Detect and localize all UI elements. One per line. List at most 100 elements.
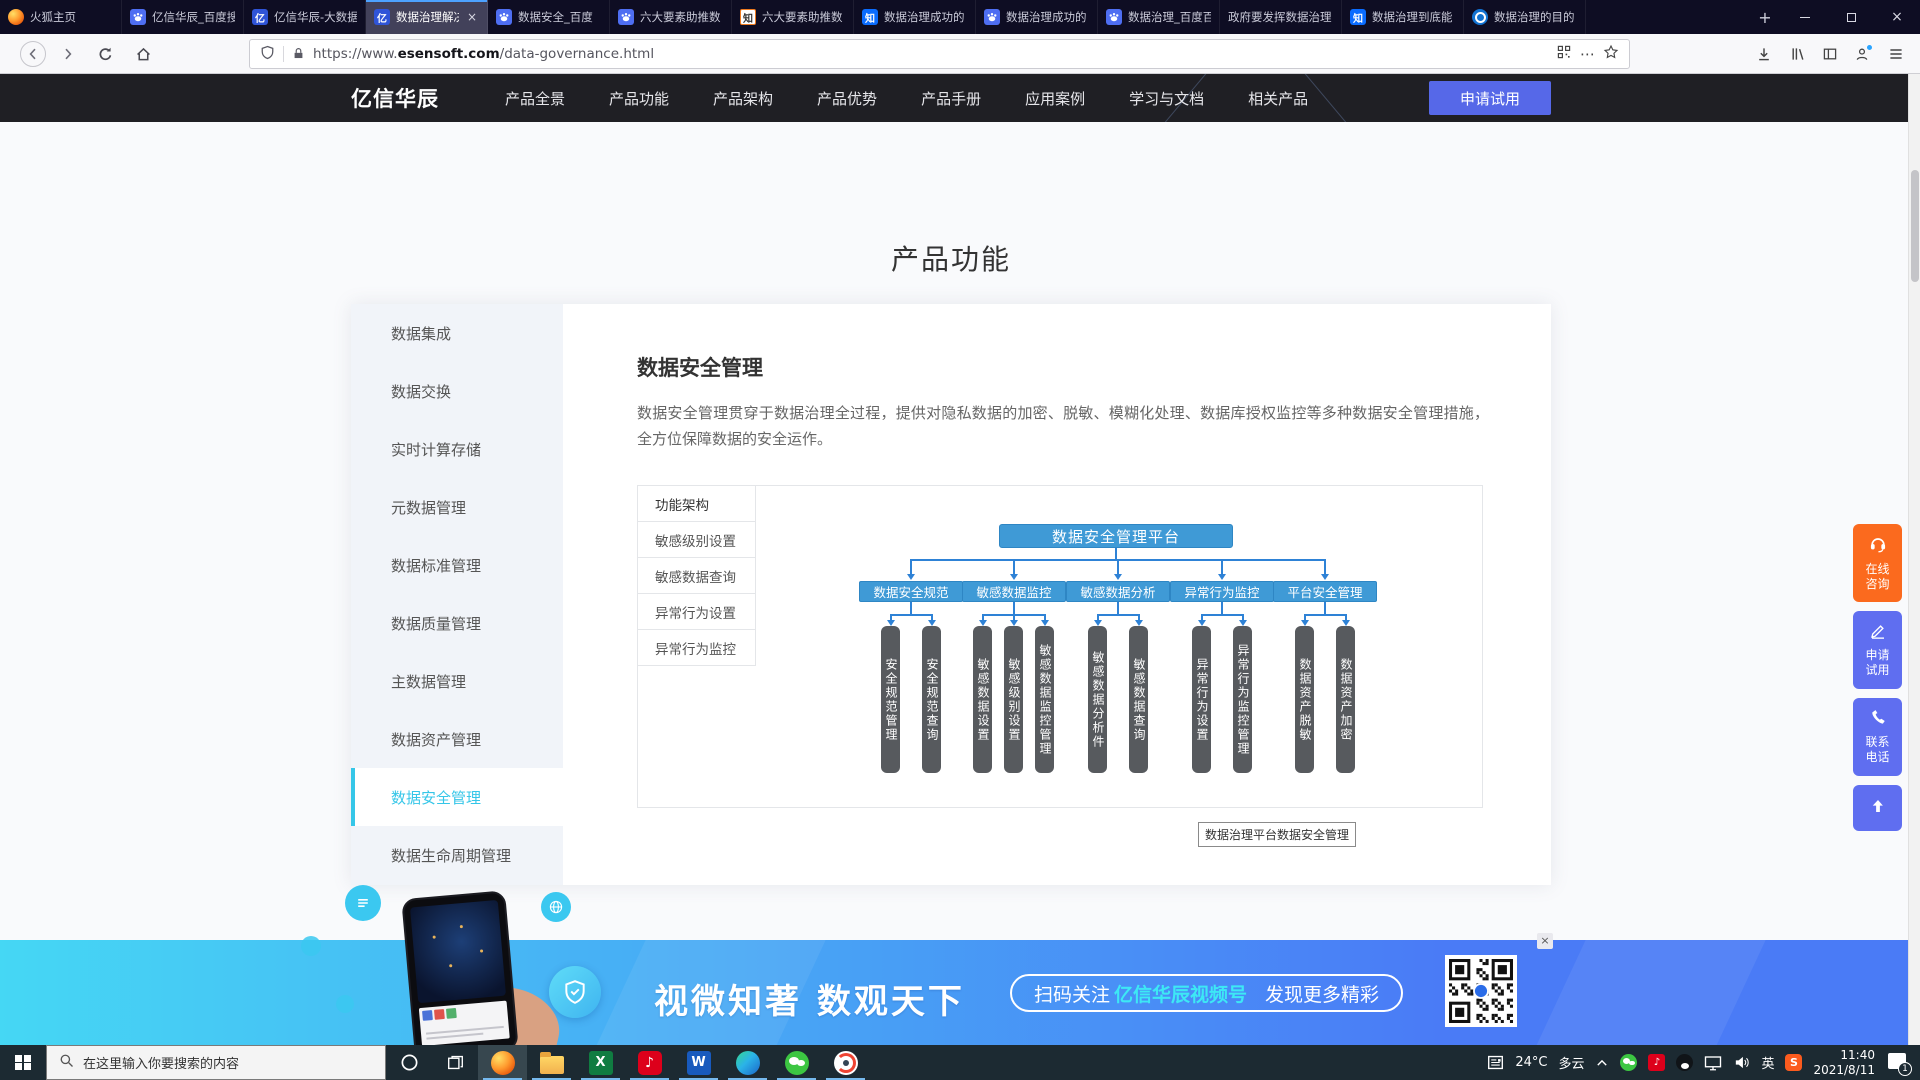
banner-close-icon[interactable]: ×: [1537, 933, 1553, 949]
start-button[interactable]: [0, 1045, 46, 1080]
wechat-icon[interactable]: [1620, 1054, 1637, 1071]
netease-music-icon[interactable]: ♪: [1648, 1054, 1665, 1071]
browser-tab[interactable]: 数据治理成功的: [976, 0, 1098, 34]
reload-icon[interactable]: [92, 41, 118, 67]
explorer-icon[interactable]: [527, 1045, 576, 1080]
firefox-icon: [8, 9, 24, 25]
browser-tab[interactable]: 数据安全_百度: [488, 0, 610, 34]
qq-icon[interactable]: [1676, 1054, 1693, 1071]
back-icon[interactable]: [20, 41, 46, 67]
apply-trial-float-button[interactable]: 申请试用: [1853, 611, 1902, 689]
tab-close-icon[interactable]: ×: [465, 10, 479, 24]
display-icon[interactable]: [1704, 1054, 1722, 1072]
qr-icon[interactable]: [1556, 44, 1572, 64]
forward-icon[interactable]: [55, 41, 81, 67]
sidebar-item[interactable]: 元数据管理: [351, 478, 563, 536]
online-consult-button[interactable]: 在线咨询: [1853, 524, 1902, 602]
site-nav-item-2[interactable]: 产品功能: [609, 88, 669, 109]
sidebar-item[interactable]: 数据交换: [351, 362, 563, 420]
capsule-suffix: 发现更多精彩: [1265, 980, 1379, 1007]
word-icon[interactable]: W: [674, 1045, 723, 1080]
cortana-icon[interactable]: [386, 1045, 432, 1080]
phone-graphic: [391, 888, 539, 1045]
news-icon[interactable]: [1487, 1054, 1504, 1071]
more-icon[interactable]: ⋯: [1580, 45, 1595, 63]
home-icon[interactable]: [130, 41, 156, 67]
browser-tab[interactable]: 知六大要素助推数: [732, 0, 854, 34]
site-logo[interactable]: 亿信华辰: [351, 83, 439, 113]
browser-tab[interactable]: 数据治理的目的: [1464, 0, 1586, 34]
menu-icon[interactable]: [1884, 42, 1908, 66]
shield-icon: [549, 966, 601, 1018]
sidebar-item[interactable]: 实时计算存储: [351, 420, 563, 478]
apply-trial-button[interactable]: 申请试用: [1429, 81, 1551, 115]
site-nav-item-6[interactable]: 应用案例: [1025, 88, 1085, 109]
scrollbar[interactable]: [1908, 74, 1920, 1045]
close-icon[interactable]: ×: [1874, 0, 1920, 34]
account-sync-dot: [1866, 44, 1873, 51]
account-icon[interactable]: [1850, 42, 1874, 66]
excel-icon[interactable]: X: [576, 1045, 625, 1080]
wechat-icon[interactable]: [772, 1045, 821, 1080]
address-bar[interactable]: https://www.esensoft.com/data-governance…: [249, 39, 1630, 69]
netease-music-icon[interactable]: ♪: [625, 1045, 674, 1080]
taskbar-clock[interactable]: 11:40 2021/8/11: [1813, 1048, 1875, 1078]
site-nav-item-1[interactable]: 产品全景: [505, 88, 565, 109]
browser-tab[interactable]: 知数据治理到底能: [1342, 0, 1464, 34]
banner-slogan: 视微知著 数观天下: [654, 974, 965, 1023]
site-nav-item-8[interactable]: 相关产品: [1248, 88, 1308, 109]
ime-indicator[interactable]: 英: [1761, 1053, 1774, 1072]
shield-icon[interactable]: [260, 45, 275, 64]
baidu-icon: [618, 9, 634, 25]
sidebar-item[interactable]: 数据资产管理: [351, 710, 563, 768]
chevron-up-icon[interactable]: [1595, 1056, 1609, 1070]
sidebar-item[interactable]: 数据生命周期管理: [351, 826, 563, 884]
browser-tab[interactable]: 亿数据治理解决×: [366, 0, 488, 34]
sidebar-item[interactable]: 主数据管理: [351, 652, 563, 710]
taskbar-search-input[interactable]: 在这里输入你要搜索的内容: [46, 1045, 386, 1080]
sidebar-item[interactable]: 数据安全管理: [351, 768, 563, 826]
sidebar-item[interactable]: 数据质量管理: [351, 594, 563, 652]
notification-icon[interactable]: 1: [1886, 1052, 1910, 1074]
speaker-icon[interactable]: [1733, 1054, 1750, 1071]
contact-phone-button[interactable]: 联系电话: [1853, 698, 1902, 776]
tab-title: 亿信华辰-大数据: [274, 9, 357, 25]
browser-tab[interactable]: 亿信华辰_百度搜: [122, 0, 244, 34]
maximize-icon[interactable]: [1828, 0, 1874, 34]
browser-tab[interactable]: 六大要素助推数: [610, 0, 732, 34]
weather-desc[interactable]: 多云: [1558, 1053, 1584, 1072]
task-view-icon[interactable]: [432, 1045, 478, 1080]
bar-label: 异常行为监控管理: [1233, 644, 1252, 756]
sidebar-item[interactable]: 数据集成: [351, 304, 563, 362]
site-nav-item-3[interactable]: 产品架构: [713, 88, 773, 109]
browser-tab[interactable]: 火狐主页: [0, 0, 122, 34]
new-tab-button[interactable]: +: [1748, 0, 1782, 34]
esen-icon: 亿: [252, 9, 268, 25]
scrollbar-thumb[interactable]: [1911, 170, 1919, 282]
sogou-icon[interactable]: S: [1785, 1054, 1802, 1071]
site-nav-item-4[interactable]: 产品优势: [817, 88, 877, 109]
library-icon[interactable]: [1786, 42, 1810, 66]
edge-icon[interactable]: [723, 1045, 772, 1080]
back-to-top-button[interactable]: [1853, 785, 1902, 831]
browser-tab[interactable]: 数据治理_百度百: [1098, 0, 1220, 34]
site-nav-item-5[interactable]: 产品手册: [921, 88, 981, 109]
screenshot-tool-icon[interactable]: [821, 1045, 870, 1080]
download-icon[interactable]: [1752, 42, 1776, 66]
star-icon[interactable]: [1603, 44, 1619, 64]
banner-capsule[interactable]: 扫码关注 亿信华辰视频号 发现更多精彩: [1010, 974, 1403, 1012]
browser-tab[interactable]: 亿亿信华辰-大数据: [244, 0, 366, 34]
zhihu-icon: 知: [862, 9, 878, 25]
connector-line: [910, 602, 912, 614]
site-nav-item-7[interactable]: 学习与文档: [1129, 88, 1204, 109]
minimize-icon[interactable]: [1782, 0, 1828, 34]
url-text[interactable]: https://www.esensoft.com/data-governance…: [313, 46, 1548, 62]
browser-tab[interactable]: 政府要发挥数据治理: [1220, 0, 1342, 34]
browser-tab[interactable]: 知数据治理成功的: [854, 0, 976, 34]
connector-line: [1117, 559, 1119, 574]
tab-title: 数据安全_百度: [518, 9, 601, 25]
weather-temp[interactable]: 24°C: [1515, 1055, 1547, 1070]
sidebar-toggle-icon[interactable]: [1818, 42, 1842, 66]
sidebar-item[interactable]: 数据标准管理: [351, 536, 563, 594]
firefox-icon[interactable]: [478, 1045, 527, 1080]
